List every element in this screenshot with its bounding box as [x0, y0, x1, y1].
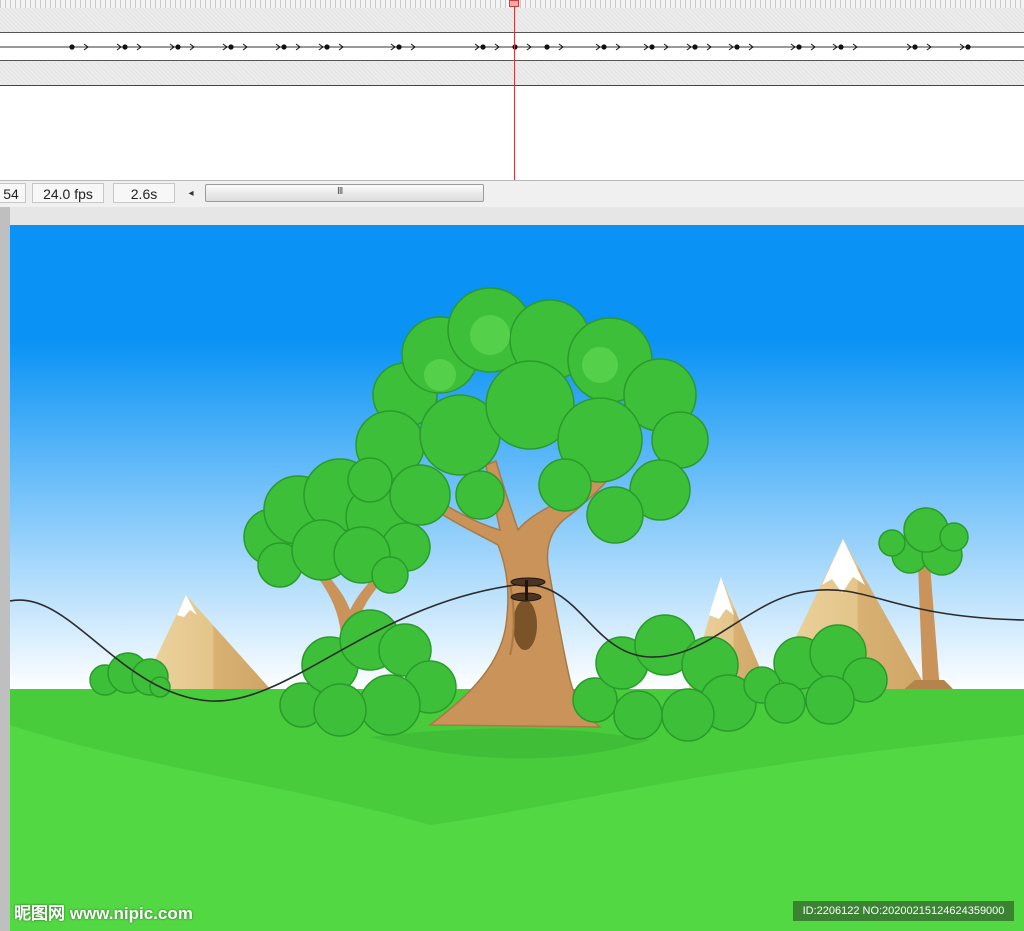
keyframe-dot[interactable]	[281, 44, 287, 50]
timeline-horizontal-scrollbar-thumb[interactable]	[205, 184, 484, 202]
playhead-handle[interactable]	[509, 0, 519, 7]
watermark-logo: 昵图网 www.nipic.com	[14, 904, 193, 923]
elapsed-time-readout: 2.6s	[113, 183, 175, 203]
scroll-left-arrow-icon[interactable]: ◂	[182, 185, 200, 203]
keyframe-dot[interactable]	[649, 44, 655, 50]
playhead-line	[514, 7, 515, 180]
keyframe-dot[interactable]	[396, 44, 402, 50]
stage-top-pasteboard	[0, 207, 1024, 225]
timeline-status-bar: 54 24.0 fps 2.6s ◂ III	[0, 180, 1024, 208]
stage-left-pasteboard	[0, 207, 10, 931]
keyframe-dot[interactable]	[122, 44, 128, 50]
keyframe-dot[interactable]	[228, 44, 234, 50]
motion-tween-layer-row[interactable]	[0, 33, 1024, 61]
keyframe-dot[interactable]	[69, 44, 75, 50]
keyframe-dot[interactable]	[480, 44, 486, 50]
keyframe-dot[interactable]	[601, 44, 607, 50]
stage-canvas[interactable]	[10, 225, 1024, 931]
keyframe-dot[interactable]	[692, 44, 698, 50]
keyframe-dot[interactable]	[734, 44, 740, 50]
animation-editor-window: 54 24.0 fps 2.6s ◂ III 昵图网 www.nipic.com…	[0, 0, 1024, 931]
current-frame-readout[interactable]: 54	[0, 183, 26, 203]
keyframe-dot[interactable]	[175, 44, 181, 50]
stage-scene[interactable]	[10, 225, 1024, 931]
tween-keyframes-track[interactable]	[0, 33, 1024, 60]
keyframe-dot[interactable]	[838, 44, 844, 50]
keyframe-dot[interactable]	[796, 44, 802, 50]
watermark-id: ID:2206122 NO:20200215124624359000	[793, 901, 1014, 921]
scrollbar-grip-icon: III	[337, 186, 343, 197]
keyframe-dot[interactable]	[324, 44, 330, 50]
timeline-layer-row-bottom[interactable]	[0, 61, 1024, 86]
frame-rate-readout[interactable]: 24.0 fps	[32, 183, 104, 203]
keyframe-dot[interactable]	[912, 44, 918, 50]
timeline-panel[interactable]	[0, 0, 1024, 180]
timeline-layer-row-top[interactable]	[0, 8, 1024, 33]
keyframe-dot[interactable]	[965, 44, 971, 50]
keyframe-dot[interactable]	[544, 44, 550, 50]
timeline-empty-area[interactable]	[0, 86, 1024, 180]
